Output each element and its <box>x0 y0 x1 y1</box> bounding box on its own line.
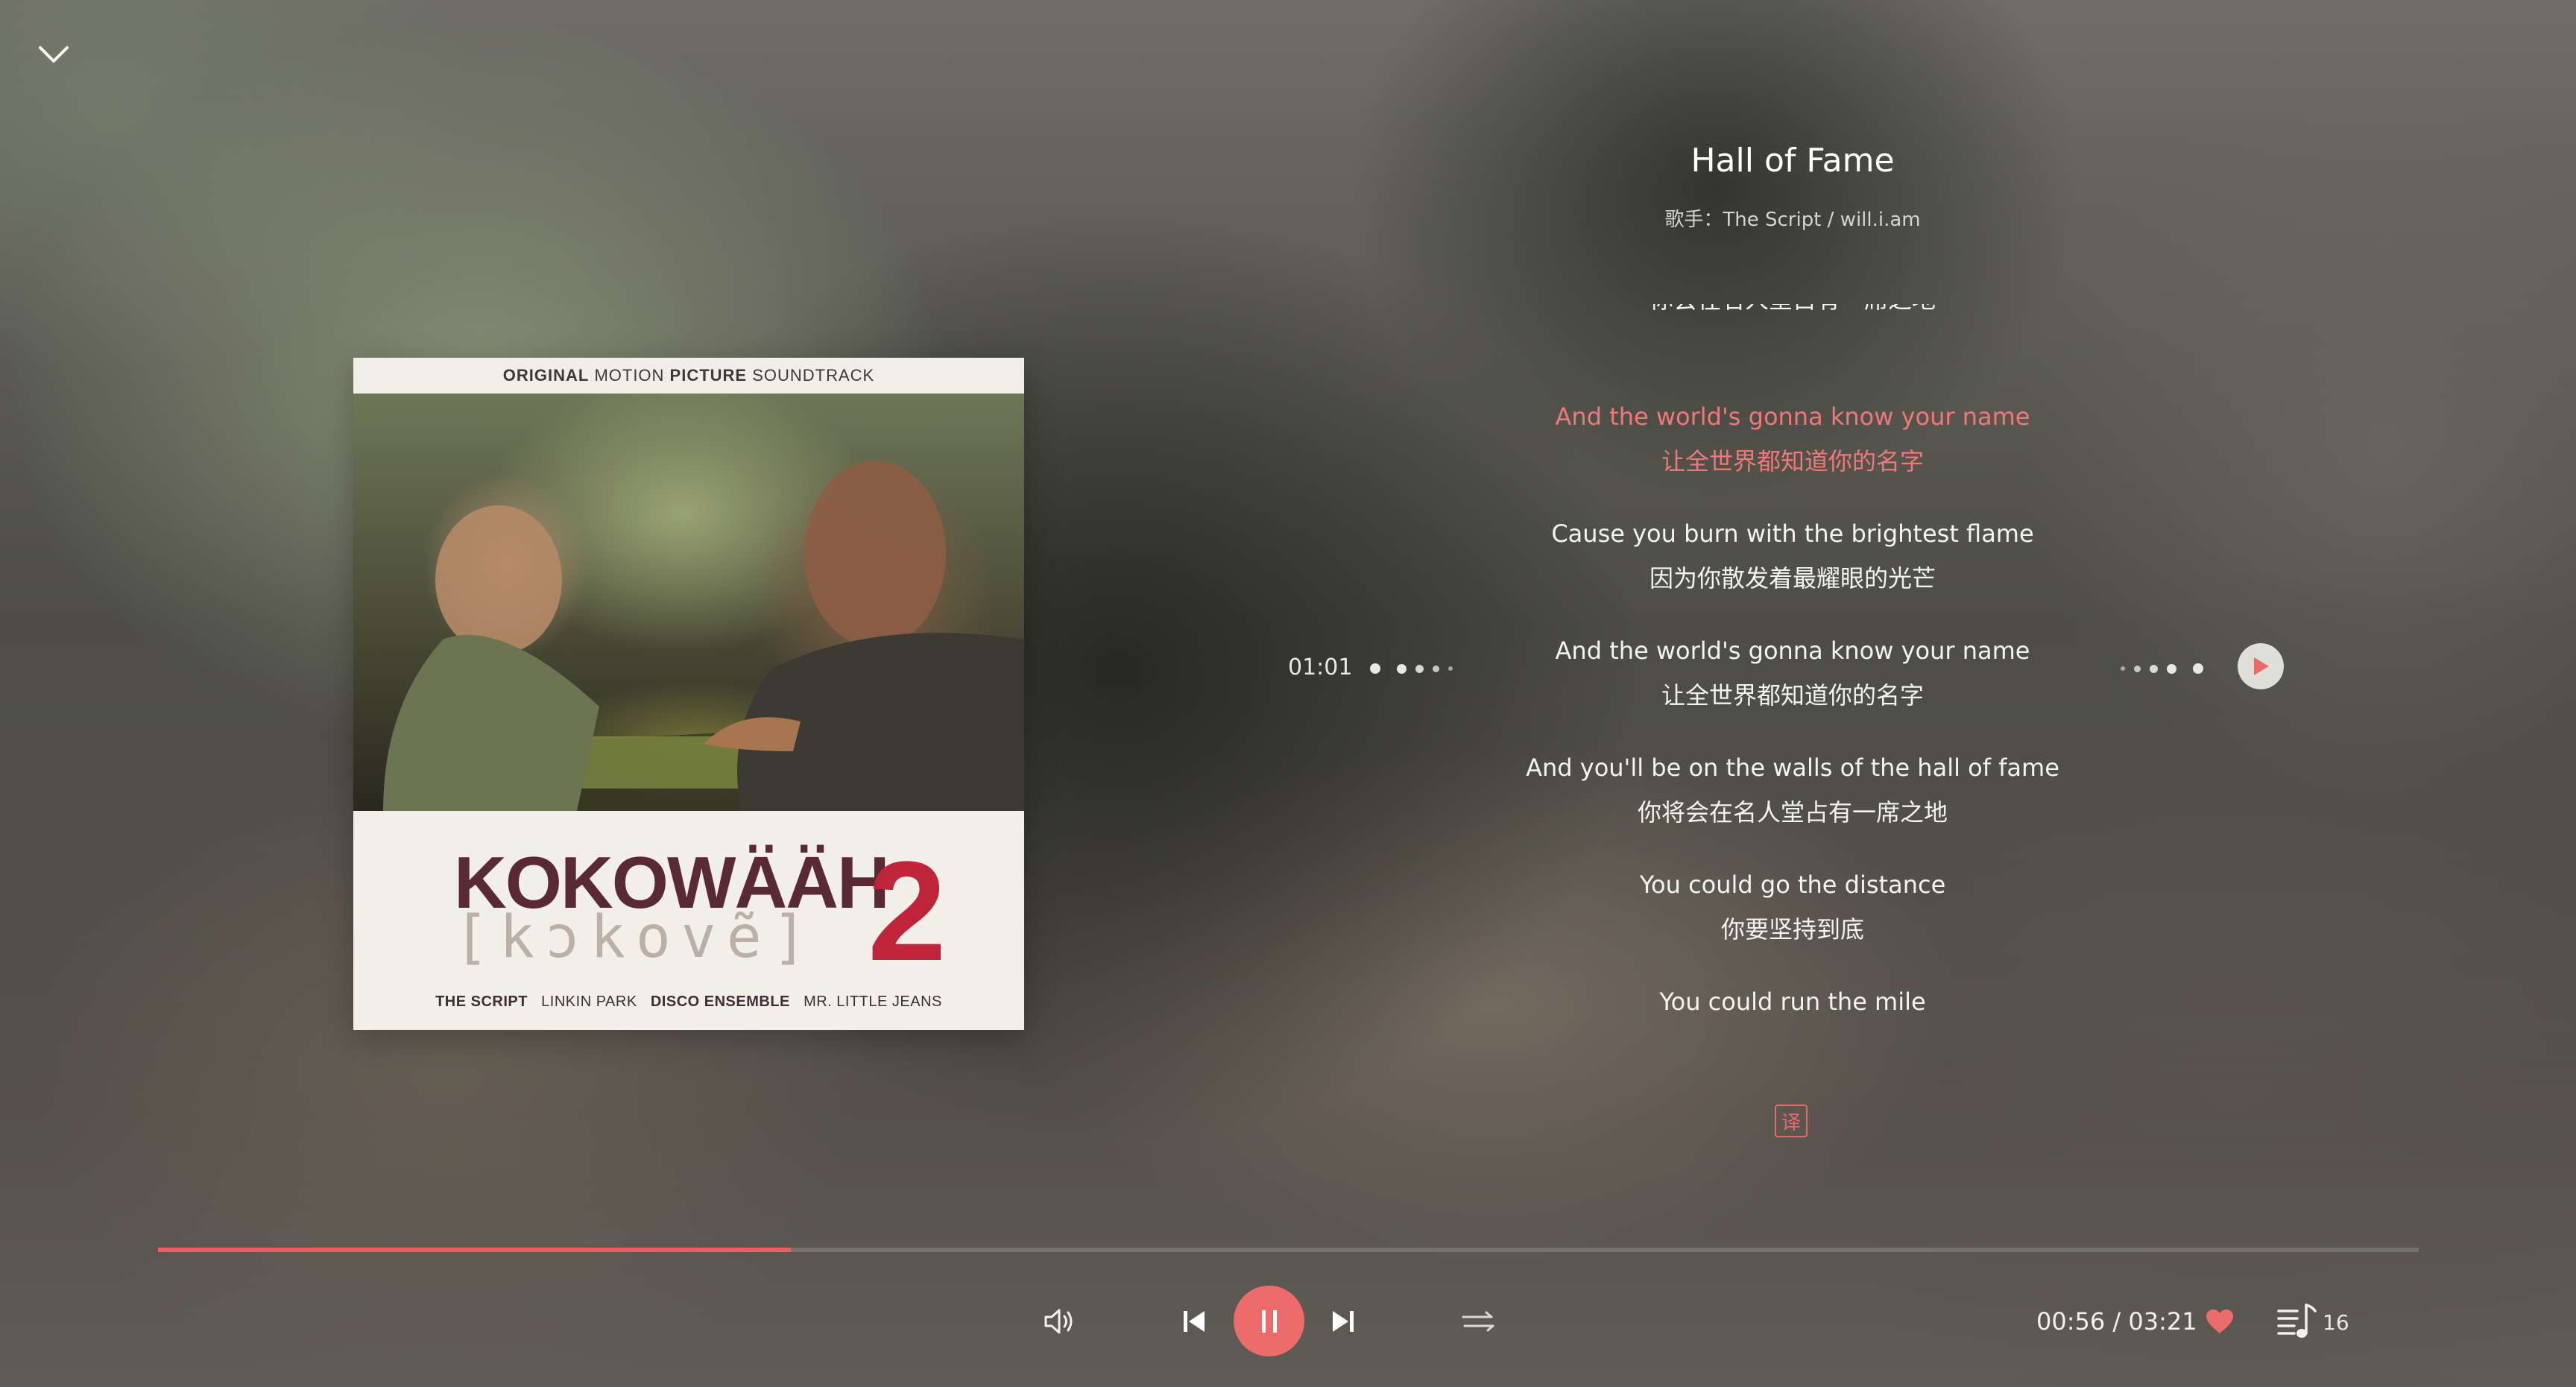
shuffle-icon <box>1462 1311 1494 1332</box>
seek-dot <box>2193 663 2203 674</box>
volume-button[interactable] <box>1038 1301 1082 1342</box>
cover-banner-part: SOUNDTRACK <box>747 366 875 385</box>
seek-dot <box>1397 663 1407 674</box>
seek-dots-right <box>2121 663 2203 674</box>
cover-photo-art <box>383 461 1024 811</box>
lyric-line: And you'll be on the walls of the hall o… <box>1416 745 2169 862</box>
lyric-original: Cause you burn with the brightest flame <box>1551 519 2034 548</box>
heart-icon <box>2206 1309 2233 1333</box>
lyric-translation: 你要坚持到底 <box>1720 915 1864 944</box>
seek-dot <box>1433 665 1439 672</box>
seek-dot <box>2150 664 2158 673</box>
lyric-line: Cause you burn with the brightest flame 因… <box>1416 511 2169 628</box>
seek-dots-left <box>1370 663 1453 674</box>
chevron-down-icon <box>39 46 69 63</box>
cover-banner-part: ORIGINAL <box>502 366 590 385</box>
lyric-original: And the world's gonna know your name <box>1555 636 2030 665</box>
seek-dot <box>1415 664 1424 673</box>
song-artist[interactable]: 歌手：The Script / will.i.am <box>1416 204 2169 232</box>
volume-icon <box>1044 1309 1073 1334</box>
album-cover: ORIGINAL MOTION PICTURE SOUNDTRACK KOKOW… <box>353 358 1024 1030</box>
skip-next-icon <box>1333 1311 1354 1332</box>
shuffle-button[interactable] <box>1456 1303 1500 1340</box>
playback-time: 00:56 / 03:21 <box>2036 1307 2197 1336</box>
pause-icon <box>1261 1309 1277 1333</box>
cover-banner: ORIGINAL MOTION PICTURE SOUNDTRACK <box>353 358 1024 394</box>
lyric-line: You could run the mile只去跑完这段路程 <box>1416 979 2169 1016</box>
lyric-translation: 你将会在名人堂占有一席之地 <box>1637 798 1948 827</box>
cover-artists: THE SCRIPT LINKIN PARK DISCO ENSEMBLE MR… <box>353 993 1024 1011</box>
lyric-original: You could go the distance <box>1639 871 1946 899</box>
lyric-translation: 你会在名人堂占有一席之地 <box>1650 304 1936 322</box>
pause-button[interactable] <box>1234 1286 1304 1356</box>
translate-toggle-button[interactable]: 译 <box>1775 1105 1808 1137</box>
lyric-original: And you'll be on the walls of the hall o… <box>1526 753 2059 782</box>
next-track-button[interactable] <box>1322 1302 1364 1341</box>
lyrics-panel[interactable]: 你会在名人堂占有一席之地 And the world's gonna know y… <box>1416 304 2169 1016</box>
seek-preview-time: 01:01 <box>1288 654 1353 680</box>
lyric-original: And the world's gonna know your name <box>1555 402 2030 431</box>
cover-photo <box>353 394 1024 811</box>
seek-play-button[interactable] <box>2238 643 2284 689</box>
lyric-translation: 让全世界都知道你的名字 <box>1661 447 1924 476</box>
lyric-line: You could go the distance 你要坚持到底 <box>1416 862 2169 979</box>
cover-artist: THE SCRIPT <box>435 993 528 1010</box>
collapse-button[interactable] <box>31 37 76 72</box>
lyric-original: You could run the mile <box>1659 988 1926 1016</box>
cover-artist: LINKIN PARK <box>532 993 646 1010</box>
cover-artist: DISCO ENSEMBLE <box>650 993 790 1010</box>
lyrics-list: 你会在名人堂占有一席之地 And the world's gonna know y… <box>1416 304 2169 1016</box>
skip-previous-icon <box>1184 1311 1205 1332</box>
seek-dot <box>2134 665 2141 672</box>
song-title: Hall of Fame <box>1690 142 1895 180</box>
playlist-icon <box>2277 1304 2317 1338</box>
playback-progress-bar[interactable] <box>158 1248 2419 1252</box>
cover-phonetic: [kɔkovẽ] <box>454 904 818 971</box>
lyric-line: And the world's gonna know your name 让全世界… <box>1416 394 2169 511</box>
playlist-button[interactable] <box>2273 1298 2321 1345</box>
progress-fill <box>158 1248 792 1252</box>
seek-dot <box>2121 666 2125 671</box>
previous-track-button[interactable] <box>1173 1302 1215 1341</box>
lyric-line: And the world's gonna know your name 让全世界… <box>1416 628 2169 745</box>
lyric-line: 你会在名人堂占有一席之地 <box>1416 304 2169 394</box>
seek-dot <box>1370 663 1380 674</box>
seek-dot <box>1448 666 1453 671</box>
cover-artist: MR. LITTLE JEANS <box>794 993 942 1010</box>
playlist-count: 16 <box>2323 1310 2349 1335</box>
cover-banner-part: PICTURE <box>669 366 748 385</box>
lyric-translation: 让全世界都知道你的名字 <box>1661 681 1924 710</box>
cover-number: 2 <box>868 832 947 991</box>
seek-dot <box>2167 663 2176 674</box>
like-button[interactable] <box>2201 1304 2238 1339</box>
lyric-translation: 因为你散发着最耀眼的光芒 <box>1649 564 1936 593</box>
play-icon <box>2254 657 2269 675</box>
cover-banner-part: MOTION <box>589 366 670 385</box>
cover-title-area: KOKOWÄÄH [kɔkovẽ] 2 THE SCRIPT LINKIN PA… <box>353 811 1024 1030</box>
